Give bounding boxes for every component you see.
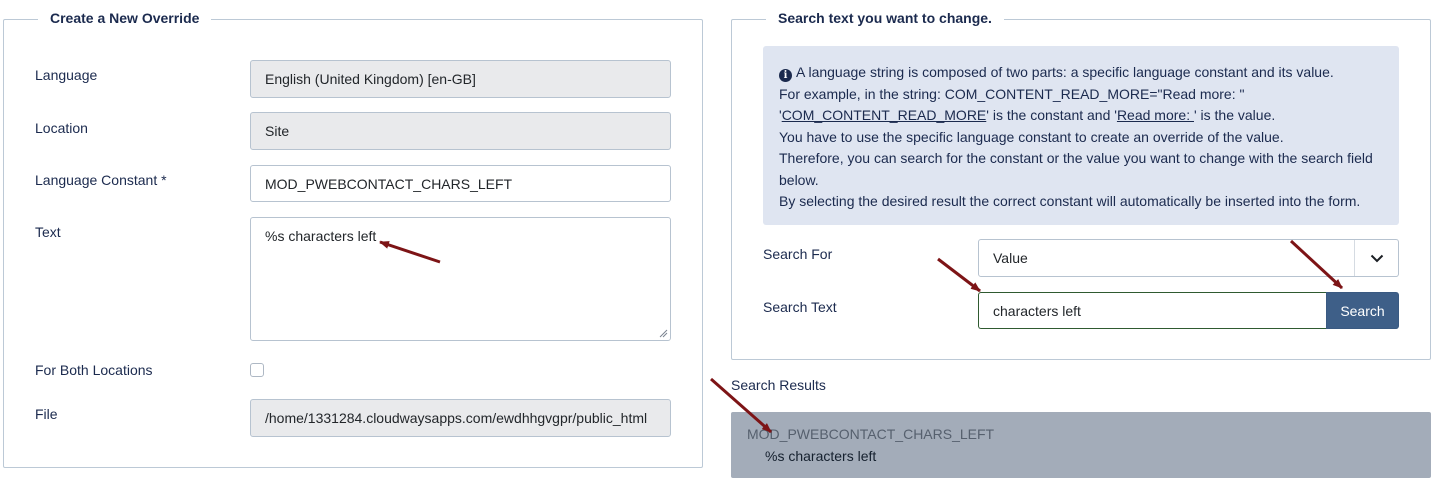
- both-locations-label: For Both Locations: [35, 362, 153, 378]
- search-panel-legend: Search text you want to change.: [766, 10, 1004, 26]
- chevron-down-icon: [1354, 240, 1398, 276]
- location-field[interactable]: Site: [250, 112, 671, 150]
- info-line-3: 'COM_CONTENT_READ_MORE' is the constant …: [779, 107, 1276, 123]
- search-for-select[interactable]: Value: [978, 239, 1399, 277]
- language-label: Language: [35, 67, 98, 83]
- info-line-1: iA language string is composed of two pa…: [779, 62, 1383, 84]
- file-field[interactable]: /home/1331284.cloudwaysapps.com/ewdhhgvg…: [250, 399, 671, 437]
- language-constant-label: Language Constant *: [35, 172, 167, 188]
- text-value: %s characters left: [265, 228, 377, 244]
- search-button[interactable]: Search: [1326, 292, 1399, 329]
- example-constant: COM_CONTENT_READ_MORE: [781, 107, 987, 123]
- example-value: Read more:: [1116, 107, 1194, 123]
- search-for-label: Search For: [763, 246, 833, 262]
- search-for-value: Value: [993, 250, 1028, 266]
- search-result-item[interactable]: MOD_PWEBCONTACT_CHARS_LEFT %s characters…: [731, 412, 1431, 478]
- info-line-2: For example, in the string: COM_CONTENT_…: [779, 85, 1245, 102]
- location-value: Site: [265, 123, 290, 139]
- resize-grip-icon[interactable]: [658, 328, 668, 338]
- search-text-input[interactable]: characters left: [978, 292, 1326, 329]
- text-textarea[interactable]: %s characters left: [250, 217, 671, 341]
- language-constant-input[interactable]: MOD_PWEBCONTACT_CHARS_LEFT: [250, 165, 671, 202]
- language-value: English (United Kingdom) [en-GB]: [265, 71, 476, 87]
- both-locations-checkbox[interactable]: [250, 363, 264, 377]
- search-text-label: Search Text: [763, 299, 837, 315]
- search-results-label: Search Results: [731, 377, 826, 393]
- info-circle-icon: i: [779, 69, 792, 83]
- location-label: Location: [35, 120, 88, 136]
- language-constant-value: MOD_PWEBCONTACT_CHARS_LEFT: [265, 175, 513, 192]
- text-label: Text: [35, 224, 61, 240]
- search-text-value: characters left: [993, 302, 1081, 319]
- result-constant: MOD_PWEBCONTACT_CHARS_LEFT: [747, 426, 995, 442]
- file-value: /home/1331284.cloudwaysapps.com/ewdhhgvg…: [265, 410, 648, 426]
- file-label: File: [35, 406, 58, 422]
- info-line-5: Therefore, you can search for the consta…: [779, 150, 1373, 188]
- result-value: %s characters left: [765, 448, 877, 464]
- info-line-6: By selecting the desired result the corr…: [779, 193, 1361, 209]
- create-override-legend: Create a New Override: [38, 10, 212, 26]
- info-box: iA language string is composed of two pa…: [763, 46, 1399, 225]
- language-field[interactable]: English (United Kingdom) [en-GB]: [250, 60, 671, 98]
- info-line-4: You have to use the specific language co…: [779, 128, 1284, 145]
